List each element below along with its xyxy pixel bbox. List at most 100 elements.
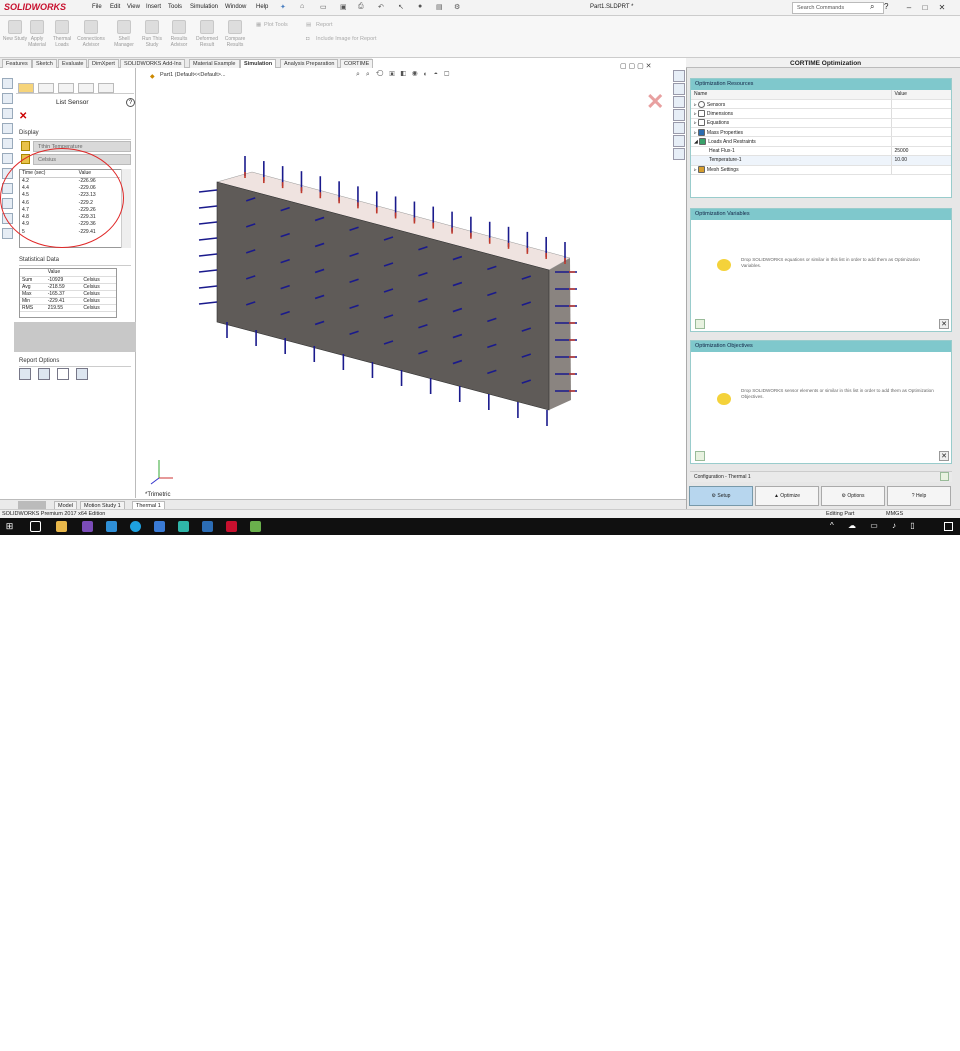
system-tray-icons[interactable]: ^ ☁ ▭ ♪ ▯ <box>830 521 921 530</box>
cortime-tab-icon[interactable] <box>673 148 685 160</box>
annotations-icon[interactable] <box>2 93 13 104</box>
restore-button[interactable]: □ <box>919 2 931 14</box>
notepad-icon[interactable] <box>250 521 261 532</box>
menu-file[interactable]: File <box>92 4 102 10</box>
plot-tools-button[interactable]: Plot Tools <box>264 22 288 28</box>
menu-tools[interactable]: Tools <box>168 4 182 10</box>
resource-value[interactable]: 25000 <box>890 146 951 157</box>
graph-icon[interactable] <box>57 368 69 380</box>
feature-manager-tab[interactable] <box>18 83 34 93</box>
deformed-result-button[interactable]: Deformed Result <box>192 18 222 56</box>
run-study-button[interactable]: Run This Study <box>137 18 167 56</box>
options-icon[interactable]: ⚙ <box>454 3 460 11</box>
tab-analysis-preparation[interactable]: Analysis Preparation <box>280 59 339 68</box>
plot-tools-icon[interactable]: ▦ <box>256 22 261 28</box>
tab-addins[interactable]: SOLIDWORKS Add-Ins <box>120 59 186 68</box>
tab-sketch[interactable]: Sketch <box>32 59 57 68</box>
teamviewer-icon[interactable] <box>178 521 189 532</box>
menu-help[interactable]: Help <box>256 4 268 10</box>
results-advisor-button[interactable]: Results Advisor <box>164 18 194 56</box>
visual-studio-icon[interactable] <box>82 521 93 532</box>
resources-icon[interactable] <box>673 70 685 82</box>
file-explorer-icon[interactable] <box>673 96 685 108</box>
connections-advisor-button[interactable]: Connections Advisor <box>76 18 106 56</box>
notifications-icon[interactable] <box>944 522 953 531</box>
menu-window[interactable]: Window <box>225 4 246 10</box>
add-variable-icon[interactable] <box>695 319 705 329</box>
tree-item-sensors[interactable]: ▹ Sensors <box>691 99 951 110</box>
design-library-icon[interactable] <box>673 83 685 95</box>
camera-icon[interactable]: ◘ <box>306 36 309 42</box>
appearances-icon[interactable] <box>673 122 685 134</box>
dimxpert-manager-tab[interactable] <box>78 83 94 93</box>
tree-item-dimensions[interactable]: ▹ Dimensions <box>691 108 951 119</box>
plot-icon[interactable] <box>76 368 88 380</box>
config-icon[interactable] <box>940 472 949 481</box>
file-properties-icon[interactable]: ▤ <box>436 3 443 11</box>
material-icon[interactable] <box>2 123 13 134</box>
print-icon[interactable]: ⎙ <box>358 3 364 11</box>
result-icon[interactable] <box>2 228 13 239</box>
solid-bodies-icon[interactable] <box>2 108 13 119</box>
skype-icon[interactable] <box>130 521 141 532</box>
setup-button[interactable]: ⚙ Setup <box>689 486 753 506</box>
clear-objectives-icon[interactable]: ✕ <box>939 451 949 461</box>
options-button[interactable]: ⚙ Options <box>821 486 885 506</box>
word-icon[interactable] <box>154 521 165 532</box>
property-manager-tab[interactable] <box>38 83 54 93</box>
tree-item-heat-flux[interactable]: Heat Flux-1 25000 <box>691 146 951 157</box>
menu-insert[interactable]: Insert <box>146 4 161 10</box>
undo-icon[interactable]: ↶ <box>378 3 384 11</box>
tab-dimxpert[interactable]: DimXpert <box>88 59 119 68</box>
tree-item-mesh-settings[interactable]: ▹ Mesh Settings <box>691 165 951 176</box>
close-window-button[interactable]: ✕ <box>936 2 948 14</box>
menu-simulation[interactable]: Simulation <box>190 4 218 10</box>
close-icon[interactable]: ✕ <box>19 111 27 122</box>
front-plane-icon[interactable] <box>2 138 13 149</box>
report-button[interactable]: Report <box>316 22 333 28</box>
tree-item-temperature[interactable]: Temperature-1 10.00 <box>691 155 951 166</box>
shell-manager-button[interactable]: Shell Manager <box>109 18 139 56</box>
optimization-objectives-box[interactable]: Optimization Objectives Drop SOLIDWORKS … <box>690 340 952 464</box>
configuration-manager-tab[interactable] <box>58 83 74 93</box>
system-clock[interactable]: 11:54 6/18/2018 <box>900 1037 922 1051</box>
help-icon[interactable]: ? <box>126 98 135 107</box>
tree-item-loads-restraints[interactable]: ◢ Loads And Restraints <box>691 136 951 147</box>
save-data-icon[interactable] <box>38 368 50 380</box>
display-manager-tab[interactable] <box>98 83 114 93</box>
clear-variables-icon[interactable]: ✕ <box>939 319 949 329</box>
pin-icon[interactable]: ✦ <box>280 3 286 11</box>
save-icon[interactable]: ▣ <box>340 3 347 11</box>
tab-simulation[interactable]: Simulation <box>240 59 277 68</box>
select-icon[interactable]: ↖ <box>398 3 404 11</box>
menu-edit[interactable]: Edit <box>110 4 120 10</box>
tab-features[interactable]: Features <box>2 59 32 68</box>
tab-evaluate[interactable]: Evaluate <box>58 59 88 68</box>
tree-item-equations[interactable]: ▹ Equations <box>691 118 951 129</box>
new-document-icon[interactable]: ▭ <box>320 3 327 11</box>
optimization-variables-box[interactable]: Optimization Variables Drop SOLIDWORKS e… <box>690 208 952 332</box>
tree-item-mass-properties[interactable]: ▹ Mass Properties <box>691 127 951 138</box>
tab-material-example[interactable]: Material Example <box>189 59 240 68</box>
minimize-button[interactable]: – <box>903 2 915 14</box>
tab-cortime[interactable]: CORTIME <box>340 59 374 68</box>
solidworks-taskbar-icon[interactable] <box>226 521 237 532</box>
status-units[interactable]: MMGS <box>886 511 903 517</box>
thermal-loads-button[interactable]: Thermal Loads <box>47 18 77 56</box>
report-icon[interactable]: ▤ <box>306 22 311 28</box>
outlook-icon[interactable] <box>106 521 117 532</box>
search-icon[interactable]: ⌕ <box>870 2 874 12</box>
resource-value[interactable]: 10.00 <box>890 155 951 166</box>
menu-view[interactable]: View <box>127 4 140 10</box>
custom-properties-icon[interactable] <box>673 135 685 147</box>
top-plane-icon[interactable] <box>2 153 13 164</box>
export-report-icon[interactable] <box>19 368 31 380</box>
remote-desktop-icon[interactable] <box>202 521 213 532</box>
configuration-bar[interactable]: Configuration - Thermal 1 <box>690 471 952 482</box>
file-explorer-taskbar-icon[interactable] <box>56 521 67 532</box>
sensor-icon[interactable] <box>2 78 13 89</box>
rebuild-icon[interactable]: ● <box>418 3 422 10</box>
add-objective-icon[interactable] <box>695 451 705 461</box>
home-icon[interactable]: ⌂ <box>300 3 304 10</box>
task-view-icon[interactable] <box>30 521 41 532</box>
